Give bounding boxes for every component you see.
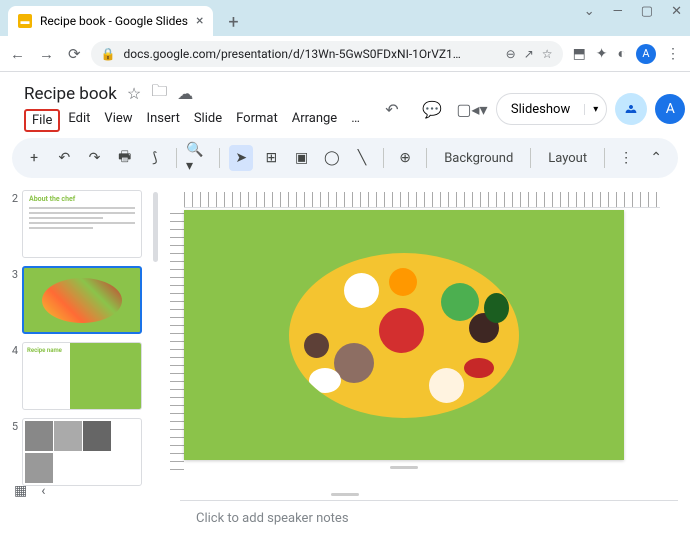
menu-format[interactable]: Format [230,109,284,132]
textbox-tool[interactable]: ⊞ [259,145,283,171]
extensions-icon[interactable]: ✦ [596,46,608,62]
ruler-vertical [170,210,184,470]
toolbar: + ↶ ↷ 🖶 ⟆ 🔍▾ ➤ ⊞ ▣ ◯ ╲ ⊕ Background Layo… [12,138,678,178]
notes-resize-handle[interactable] [331,493,359,496]
food-image-oval[interactable] [289,253,519,418]
thumbnails-panel: 2 About the chef 3 4 Recipe name 5 [0,182,160,492]
bookmark-icon[interactable]: ☆ [542,47,553,61]
separator [219,148,220,168]
close-window-icon[interactable]: ✕ [671,4,682,19]
slide-thumb-2[interactable]: About the chef [22,190,142,258]
url-text: docs.google.com/presentation/d/13Wn-5GwS… [124,47,498,61]
more-options-button[interactable]: ⋮ [614,145,638,171]
grid-view-icon[interactable]: ▦ [14,483,27,499]
chrome-menu-icon[interactable]: ⋮ [666,46,680,62]
move-icon[interactable]: 🗀 [151,80,167,107]
cloud-icon[interactable]: ☁ [177,84,193,103]
slide-canvas[interactable] [184,210,624,460]
separator [383,148,384,168]
menu-edit[interactable]: Edit [62,109,96,132]
profile-avatar[interactable]: A [636,44,656,64]
star-icon[interactable]: ☆ [127,84,141,103]
select-tool[interactable]: ➤ [229,145,253,171]
menu-more[interactable]: … [345,109,366,132]
slides-favicon: ▬ [18,14,32,28]
separator [530,148,531,168]
undo-button[interactable]: ↶ [52,145,76,171]
minimize-icon[interactable]: — [613,4,623,19]
reload-icon[interactable]: ⟳ [68,45,81,63]
back-icon[interactable]: ← [10,45,25,63]
thumb-number: 2 [6,190,18,258]
address-bar[interactable]: 🔒 docs.google.com/presentation/d/13Wn-5G… [91,41,563,67]
thumb-number: 3 [6,266,18,334]
line-tool[interactable]: ╲ [350,145,374,171]
menu-bar: File Edit View Insert Slide Format Arran… [24,109,366,132]
pinned-ext-icon[interactable]: ◐ [618,45,626,62]
background-button[interactable]: Background [436,151,521,166]
collapse-toolbar-icon[interactable]: ⌃ [644,150,668,166]
thumb-number: 5 [6,418,18,486]
zoom-icon[interactable]: ⊖ [506,47,516,61]
expand-panel-icon[interactable]: ‹ [41,483,45,499]
slide-thumb-5[interactable] [22,418,142,486]
maximize-icon[interactable]: ▢ [641,4,653,19]
separator [604,148,605,168]
image-tool[interactable]: ▣ [290,145,314,171]
slideshow-dropdown[interactable]: ▾ [584,104,606,115]
install-icon[interactable]: ⬒ [573,46,586,62]
scrollbar[interactable] [153,192,158,262]
browser-tab[interactable]: ▬ Recipe book - Google Slides × [8,6,213,36]
slide-thumb-4[interactable]: Recipe name [22,342,142,410]
separator [176,148,177,168]
speaker-notes[interactable]: Click to add speaker notes [180,500,678,536]
comment-button[interactable]: ⊕ [393,145,417,171]
thumb-number: 4 [6,342,18,410]
layout-button[interactable]: Layout [540,151,595,166]
chevron-down-icon[interactable]: ⌄ [584,4,595,19]
shape-tool[interactable]: ◯ [320,145,344,171]
paint-format-button[interactable]: ⟆ [143,145,167,171]
slideshow-button[interactable]: Slideshow ▾ [496,93,607,125]
tab-title: Recipe book - Google Slides [40,14,188,28]
share-button[interactable] [615,93,647,125]
new-tab-button[interactable]: + [219,8,247,36]
slide-thumb-3[interactable] [22,266,142,334]
print-button[interactable]: 🖶 [113,145,137,171]
lock-icon: 🔒 [101,47,116,61]
share-url-icon[interactable]: ↗ [524,47,534,61]
ruler-horizontal [184,192,660,208]
close-tab-icon[interactable]: × [196,13,203,29]
separator [426,148,427,168]
account-avatar[interactable]: A [655,94,685,124]
comments-icon[interactable]: 💬 [416,93,448,125]
doc-title[interactable]: Recipe book [24,84,117,104]
menu-arrange[interactable]: Arrange [286,109,343,132]
meet-icon[interactable]: ▢◂▾ [456,93,488,125]
new-slide-button[interactable]: + [22,145,46,171]
forward-icon[interactable]: → [39,45,54,63]
menu-insert[interactable]: Insert [141,109,186,132]
slide-resize-handle[interactable] [390,466,418,469]
history-icon[interactable]: ↶ [376,93,408,125]
menu-slide[interactable]: Slide [188,109,228,132]
redo-button[interactable]: ↷ [82,145,106,171]
menu-file[interactable]: File [24,109,60,132]
menu-view[interactable]: View [98,109,138,132]
slideshow-label: Slideshow [497,102,584,117]
zoom-button[interactable]: 🔍▾ [186,145,210,171]
